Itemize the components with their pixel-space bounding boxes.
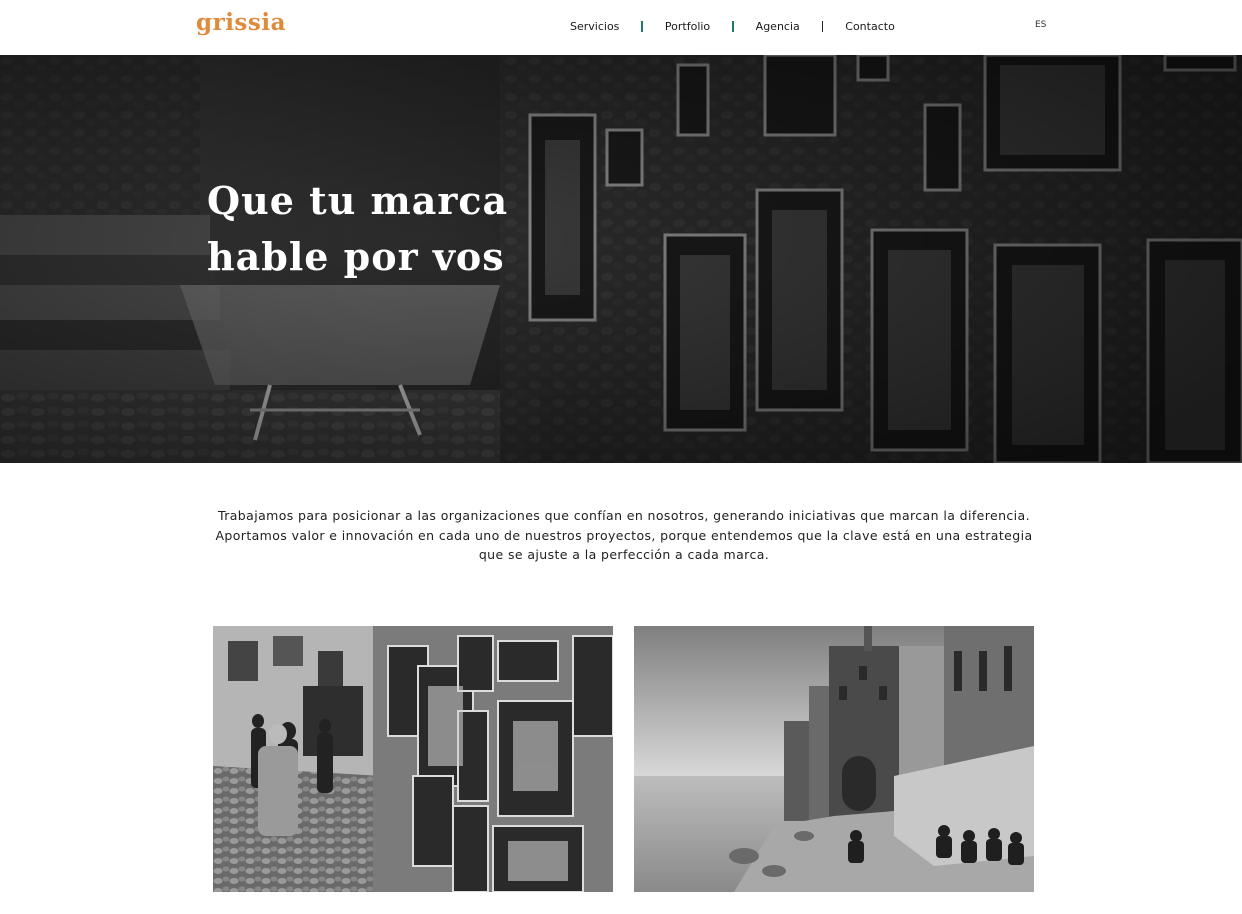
nav-divider [821, 20, 824, 32]
intro-line-1: Trabajamos para posicionar a las organiz… [218, 508, 1030, 523]
site-header: grissia Servicios Portfolio Agencia Cont… [0, 0, 1242, 55]
gallery-image-coastal-town [634, 626, 1034, 892]
intro-line-2: Aportamos valor e innovación en cada uno… [215, 527, 1033, 543]
intro-line-3: que se ajuste a la perfección a cada mar… [478, 547, 770, 562]
nav-divider [641, 20, 643, 32]
brand-logo[interactable]: grissia [196, 9, 286, 36]
hero-headline: Que tu marca hable por vos [207, 173, 508, 285]
nav-item-contacto[interactable]: Contacto [845, 20, 895, 33]
nav-item-servicios[interactable]: Servicios [570, 20, 619, 33]
main-nav: Servicios Portfolio Agencia Contacto [570, 17, 895, 35]
street-art-photo [213, 626, 613, 892]
language-selector[interactable]: ES [1035, 20, 1046, 30]
gallery-image-street-art [213, 626, 613, 892]
hero-background-image [0, 55, 1242, 463]
intro-text: Trabajamos para posicionar a las organiz… [180, 506, 1068, 565]
nav-item-agencia[interactable]: Agencia [756, 20, 800, 33]
nav-item-portfolio[interactable]: Portfolio [665, 20, 710, 33]
nav-divider [732, 20, 734, 32]
hero-banner: Que tu marca hable por vos [0, 55, 1242, 463]
hero-headline-line-1: Que tu marca [207, 178, 509, 223]
coastal-town-photo [634, 626, 1034, 892]
hero-headline-line-2: hable por vos [207, 234, 505, 279]
